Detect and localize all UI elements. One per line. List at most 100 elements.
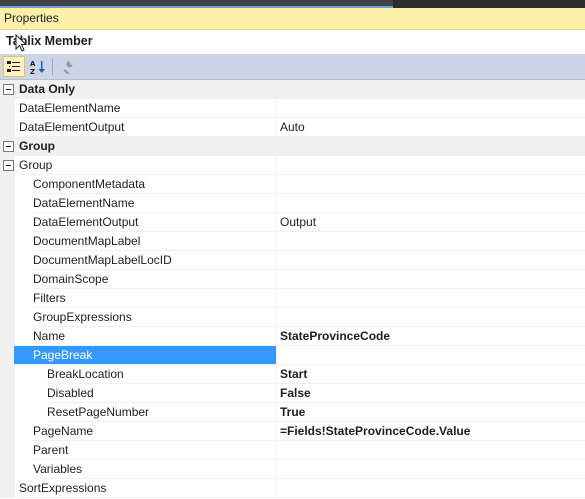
property-value[interactable] (276, 346, 585, 365)
properties-panel-title[interactable]: Properties (0, 8, 585, 30)
alphabetical-sort-icon: A Z (30, 60, 45, 75)
property-row[interactable]: Variables (0, 460, 585, 479)
property-row[interactable]: PageName =Fields!StateProvinceCode.Value (0, 422, 585, 441)
property-name[interactable]: ComponentMetadata (33, 175, 276, 194)
property-pages-wrench-icon (63, 60, 73, 74)
property-name[interactable]: Variables (33, 460, 276, 479)
category-row[interactable]: Group (0, 137, 585, 156)
property-name[interactable]: ResetPageNumber (47, 403, 276, 422)
svg-text:Z: Z (30, 68, 35, 75)
row-gutter (0, 403, 15, 422)
property-row[interactable]: GroupExpressions (0, 308, 585, 327)
property-value[interactable] (276, 479, 585, 498)
property-value[interactable]: StateProvinceCode (276, 327, 585, 346)
property-row[interactable]: DocumentMapLabel (0, 232, 585, 251)
mouse-cursor-icon (15, 34, 28, 52)
property-name[interactable]: BreakLocation (47, 365, 276, 384)
property-value[interactable]: Auto (276, 118, 585, 137)
property-value[interactable] (276, 308, 585, 327)
category-label: Group (19, 139, 55, 153)
property-value[interactable]: =Fields!StateProvinceCode.Value (276, 422, 585, 441)
property-name[interactable]: DataElementName (19, 99, 276, 118)
collapse-category-icon[interactable] (3, 141, 14, 152)
row-gutter (0, 460, 15, 479)
property-value[interactable] (276, 460, 585, 479)
property-row[interactable]: ResetPageNumber True (0, 403, 585, 422)
property-value[interactable] (276, 232, 585, 251)
property-row[interactable]: DomainScope (0, 270, 585, 289)
property-name[interactable]: Disabled (47, 384, 276, 403)
property-value[interactable]: False (276, 384, 585, 403)
property-row[interactable]: DataElementName (0, 99, 585, 118)
property-row[interactable]: DataElementName (0, 194, 585, 213)
property-value[interactable]: Start (276, 365, 585, 384)
collapse-category-icon[interactable] (3, 84, 14, 95)
row-gutter (0, 232, 15, 251)
row-gutter (0, 175, 15, 194)
document-tab-strip (0, 0, 393, 8)
categorized-button[interactable] (3, 56, 25, 77)
row-gutter (0, 194, 15, 213)
property-row[interactable]: BreakLocation Start (0, 365, 585, 384)
property-name[interactable]: DocumentMapLabel (33, 232, 276, 251)
row-gutter (0, 99, 15, 118)
row-gutter (0, 479, 15, 498)
row-gutter (0, 327, 15, 346)
property-group-row[interactable]: PageBreak (0, 346, 585, 365)
property-name[interactable]: DomainScope (33, 270, 276, 289)
property-name[interactable]: PageName (33, 422, 276, 441)
property-value[interactable] (276, 441, 585, 460)
property-value[interactable] (276, 289, 585, 308)
property-pages-button[interactable] (56, 56, 78, 77)
property-row[interactable]: Parent (0, 441, 585, 460)
property-value[interactable] (276, 270, 585, 289)
property-name[interactable]: Parent (33, 441, 276, 460)
row-gutter (0, 118, 15, 137)
ide-top-strip (0, 0, 585, 8)
property-value[interactable]: True (276, 403, 585, 422)
row-gutter (0, 270, 15, 289)
property-name[interactable]: Group (19, 156, 276, 175)
property-value[interactable] (276, 251, 585, 270)
row-gutter (0, 213, 15, 232)
property-row[interactable]: Filters (0, 289, 585, 308)
property-value[interactable]: Output (276, 213, 585, 232)
row-gutter (0, 441, 15, 460)
property-group-row[interactable]: Group (0, 156, 585, 175)
property-name[interactable]: DocumentMapLabelLocID (33, 251, 276, 270)
properties-toolbar: A Z (0, 54, 585, 80)
property-name[interactable]: Filters (33, 289, 276, 308)
selected-object-name[interactable]: Tablix Member (0, 30, 585, 54)
property-row[interactable]: Name StateProvinceCode (0, 327, 585, 346)
property-name[interactable]: PageBreak (14, 346, 276, 365)
property-value[interactable] (276, 99, 585, 118)
categorized-icon (7, 60, 20, 72)
property-row[interactable]: ComponentMetadata (0, 175, 585, 194)
row-gutter (0, 346, 15, 365)
property-name[interactable]: SortExpressions (19, 479, 276, 498)
collapse-group-icon[interactable] (3, 160, 14, 171)
property-value[interactable] (276, 156, 585, 175)
row-gutter (0, 251, 15, 270)
property-row[interactable]: SortExpressions (0, 479, 585, 498)
property-name[interactable]: DataElementName (33, 194, 276, 213)
row-gutter (0, 365, 15, 384)
property-name[interactable]: Name (33, 327, 276, 346)
row-gutter (0, 289, 15, 308)
property-value[interactable] (276, 175, 585, 194)
category-row[interactable]: Data Only (0, 80, 585, 99)
row-gutter (0, 422, 15, 441)
property-row[interactable]: DataElementOutput Output (0, 213, 585, 232)
property-grid: Data Only DataElementName DataElementOutpu… (0, 80, 585, 499)
property-value[interactable] (276, 194, 585, 213)
property-row[interactable]: DataElementOutput Auto (0, 118, 585, 137)
toolbar-separator (52, 59, 53, 75)
property-row[interactable]: DocumentMapLabelLocID (0, 251, 585, 270)
alphabetical-button[interactable]: A Z (27, 56, 49, 77)
property-name[interactable]: GroupExpressions (33, 308, 276, 327)
property-name[interactable]: DataElementOutput (33, 213, 276, 232)
row-gutter (0, 384, 15, 403)
property-row[interactable]: Disabled False (0, 384, 585, 403)
property-name[interactable]: DataElementOutput (19, 118, 276, 137)
category-label: Data Only (19, 82, 76, 96)
